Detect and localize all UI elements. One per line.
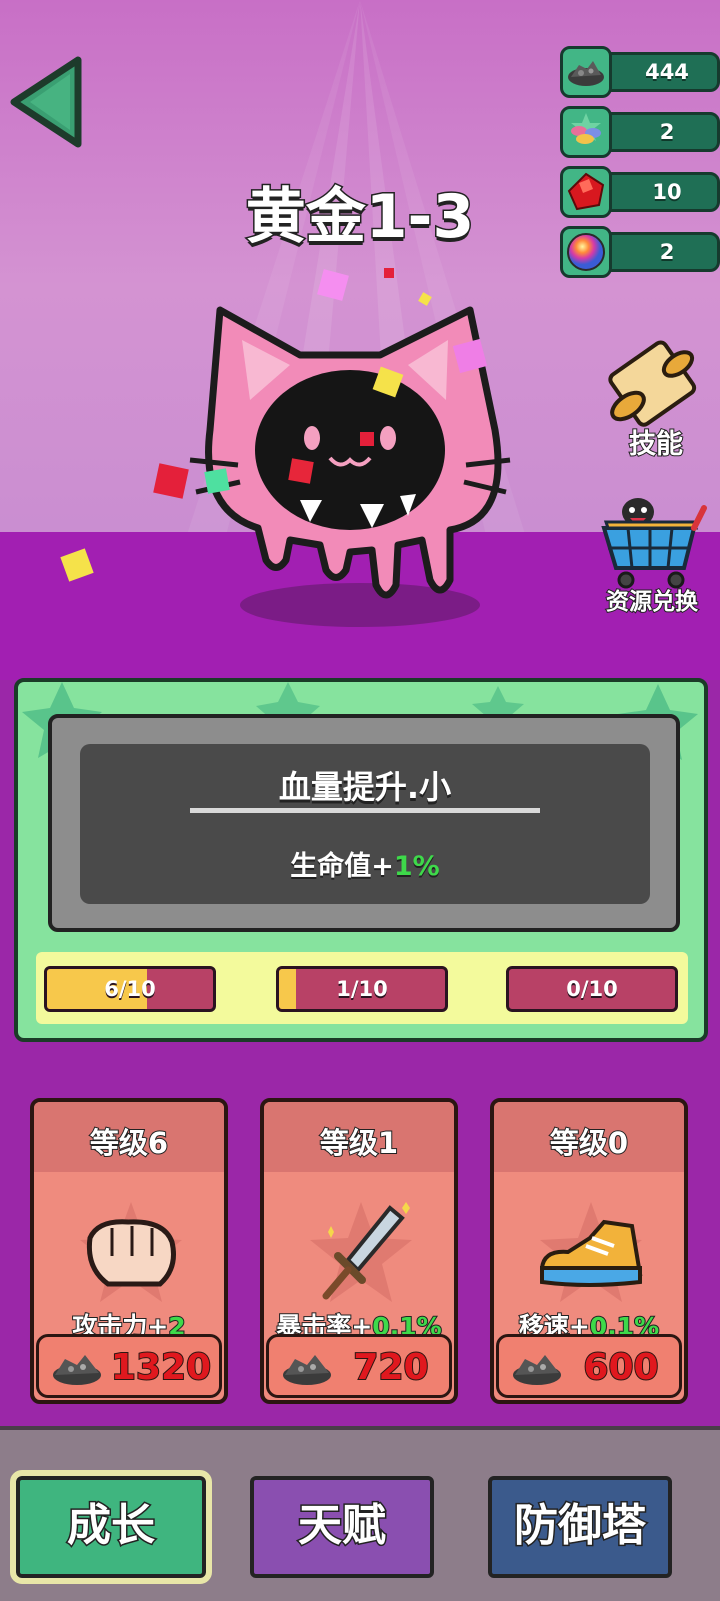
exchange-label: 资源兑换: [605, 588, 699, 616]
ore-rock-icon: [513, 1355, 561, 1385]
resource-gems: 2: [560, 106, 720, 158]
resource-ore-value: 444: [645, 60, 689, 84]
upgrade-cost-button[interactable]: 1320: [36, 1334, 222, 1398]
buff-desc-prefix: 生命值+: [290, 851, 394, 882]
resource-gems-value: 2: [659, 120, 675, 144]
gem-pile-icon: [560, 106, 612, 158]
upgrade-level: 等级0: [549, 1125, 629, 1161]
ore-rock-icon: [53, 1355, 101, 1385]
resource-crystal-value: 10: [652, 180, 682, 204]
buff-desc-value: 1%: [393, 851, 440, 882]
sword-icon: [310, 1202, 412, 1302]
resource-crystal-bar: 10: [598, 172, 720, 212]
sneaker-icon: [540, 1202, 643, 1302]
rainbow-orb-icon: [560, 226, 612, 278]
upgrade-cost-button[interactable]: 600: [496, 1334, 682, 1398]
enemy-monster[interactable]: [150, 260, 530, 640]
buff-divider: [190, 808, 540, 813]
upgrade-level: 等级6: [89, 1125, 169, 1161]
upgrade-card-attack[interactable]: 等级6 攻击力+2 1320: [30, 1098, 228, 1404]
fist-icon: [80, 1202, 182, 1302]
shopping-cart-icon: [601, 498, 707, 589]
upgrade-cost-button[interactable]: 720: [266, 1334, 452, 1398]
progress-strip: 6/10 1/10 0/10: [36, 952, 688, 1024]
resource-ore-bar: 444: [598, 52, 720, 92]
progress-label-1: 6/10: [104, 977, 156, 1001]
resource-ore: 444: [560, 46, 720, 98]
skills-label: 技能: [628, 428, 684, 461]
resource-orb: 2: [560, 226, 720, 278]
progress-label-2: 1/10: [336, 977, 388, 1001]
bottom-nav: 成长 天赋 防御塔: [0, 1426, 720, 1601]
upgrade-card-crit[interactable]: 等级1 暴击率+0.1% 720: [260, 1098, 458, 1404]
buff-card[interactable]: 血量提升.小 生命值+1%: [48, 714, 680, 932]
upgrade-cost: 600: [582, 1346, 659, 1389]
buff-panel: 血量提升.小 生命值+1% 6/10 1/10 0/10: [14, 678, 708, 1042]
upgrade-cost: 720: [352, 1346, 429, 1389]
progress-label-3: 0/10: [566, 977, 618, 1001]
back-arrow-icon: [10, 56, 82, 148]
resource-orb-bar: 2: [598, 232, 720, 272]
exchange-button[interactable]: 资源兑换: [592, 494, 712, 624]
upgrade-cost: 1320: [110, 1346, 212, 1389]
resource-gems-bar: 2: [598, 112, 720, 152]
tab-tower[interactable]: 防御塔: [488, 1476, 672, 1578]
resource-orb-value: 2: [659, 240, 675, 264]
ore-rock-icon: [283, 1355, 331, 1385]
confetti-piece: [60, 548, 94, 582]
pink-cat-slime-monster: [153, 268, 511, 627]
skills-button[interactable]: 技能: [596, 340, 716, 470]
buff-title: 血量提升.小: [278, 768, 452, 806]
upgrade-level: 等级1: [319, 1125, 399, 1161]
upgrade-card-speed[interactable]: 等级0 移速+0.1% 600: [490, 1098, 688, 1404]
buff-description: 生命值+1%: [80, 844, 650, 883]
resource-crystal: 10: [560, 166, 720, 218]
back-button[interactable]: [8, 52, 88, 152]
progress-bar-3: 0/10: [506, 966, 678, 1012]
red-crystal-icon: [560, 166, 612, 218]
buff-card-inner: 血量提升.小 生命值+1%: [80, 744, 650, 904]
ore-rock-icon: [560, 46, 612, 98]
tab-growth[interactable]: 成长: [10, 1470, 212, 1584]
progress-bar-2: 1/10: [276, 966, 448, 1012]
progress-bar-1: 6/10: [44, 966, 216, 1012]
tab-talent[interactable]: 天赋: [250, 1476, 434, 1578]
scroll-icon: [608, 340, 697, 427]
